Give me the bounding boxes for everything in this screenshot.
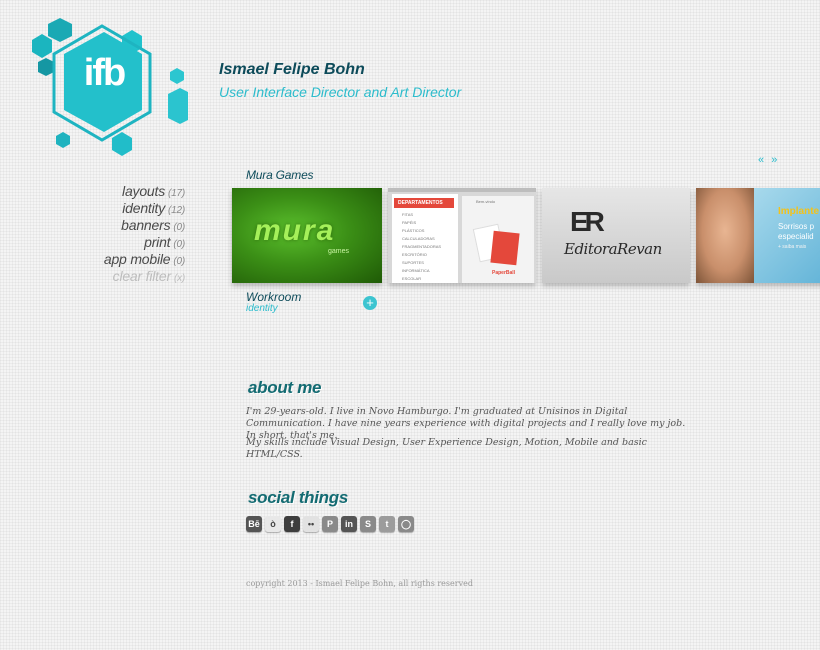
clear-filter-link[interactable]: clear filter (x) [104,268,186,286]
next-arrow-icon[interactable]: » [771,154,779,166]
logo-text: ifb [83,52,126,94]
filter-label: banners [121,217,171,233]
revan-brand-text: EditoraRevan [564,240,662,258]
banner-headline: Implante [778,206,820,217]
project-title[interactable]: Workroom [246,290,301,304]
flickr-icon[interactable]: •• [303,516,319,532]
filter-label: print [144,234,171,250]
facebook-icon[interactable]: f [284,516,300,532]
filter-count: (0) [173,239,185,250]
banner-subline: Sorrisos p [778,222,815,231]
project-tag: identity [246,303,278,314]
store-menu-item: CALCULADORAS [402,236,435,241]
filter-count: (0) [173,256,185,267]
store-menu-item: ESCOLAR [402,276,422,281]
store-menu-item: FRAGMENTADORAS [402,244,442,249]
linkedin-icon[interactable]: in [341,516,357,532]
portfolio-card-workroom[interactable]: DEPARTAMENTOS FITAS PAPÉIS PLÁSTICOS CAL… [388,188,536,283]
filter-layouts[interactable]: layouts (17) [104,184,185,201]
store-product-area: Bem-vindo PaperBall [462,196,534,283]
site-owner-name: Ismael Felipe Bohn [219,61,365,78]
revan-mark-text: ER [570,206,605,237]
filter-identity[interactable]: identity (12) [104,201,185,218]
banner-link: + saiba mais [778,244,807,250]
copyright-text: copyright 2013 - Ismael Felipe Bohn, all… [246,579,473,588]
portfolio-filter-menu: layouts (17) identity (12) banners (0) prin… [104,184,185,286]
store-menu-item: ESCRITÓRIO [402,252,427,257]
filter-count: (12) [168,205,185,216]
banner-subline: especialid [778,232,814,241]
site-owner-role: User Interface Director and Art Director [219,84,462,100]
about-heading: about me [248,378,322,397]
filter-count: (17) [168,188,185,199]
prev-arrow-icon[interactable]: « [758,154,766,166]
social-icons: Bē ò f •• Pin St ◯ [246,516,414,532]
filter-banners[interactable]: banners (0) [104,218,185,235]
filter-count: (0) [173,222,185,233]
twitter-icon[interactable]: t [379,516,395,532]
pinterest-icon[interactable]: P [322,516,338,532]
store-brand-text: PaperBall [492,270,516,276]
portfolio-card-dental-banner[interactable]: Implante Sorrisos p especialid + saiba m… [696,188,820,283]
store-menu-header: DEPARTAMENTOS [394,198,454,208]
store-menu-item: SUPORTES [402,260,424,265]
store-menu-item: PLÁSTICOS [402,228,425,233]
store-login-text: Bem-vindo [476,199,496,204]
store-menu-item: FITAS [402,212,414,217]
social-heading: social things [248,488,349,507]
store-menu-panel: DEPARTAMENTOS FITAS PAPÉIS PLÁSTICOS CAL… [392,194,458,283]
filter-app-mobile[interactable]: app mobile (0) [104,252,185,269]
filter-label: app mobile [103,251,171,267]
filter-print[interactable]: print (0) [104,235,185,252]
browser-bar [388,188,536,192]
filter-label: clear filter [112,268,171,284]
logo[interactable]: ifb [18,18,192,158]
portfolio-card-editora-revan[interactable]: ER EditoraRevan [542,188,690,283]
product-box-image [490,230,520,266]
skype-icon[interactable]: S [360,516,376,532]
filter-label: layouts [122,183,166,199]
behance-icon[interactable]: Bē [246,516,262,532]
mura-logo-text: mura [254,214,336,247]
smiling-man-image [696,188,754,283]
carousel-arrows: « » [758,154,779,166]
expand-project-button[interactable]: + [363,296,377,310]
carousel-category-title: Mura Games [246,168,314,182]
filter-label: identity [122,200,166,216]
portfolio-card-mura-games[interactable]: mura games [232,188,382,283]
about-paragraph: My skills include Visual Design, User Ex… [246,437,647,460]
filter-count: (x) [173,273,185,284]
store-menu-item: INFORMÁTICA [402,268,430,273]
bike-icon[interactable]: ò [265,516,281,532]
chat-icon[interactable]: ◯ [398,516,414,532]
mura-sub-text: games [328,248,350,255]
store-menu-item: PAPÉIS [402,220,417,225]
